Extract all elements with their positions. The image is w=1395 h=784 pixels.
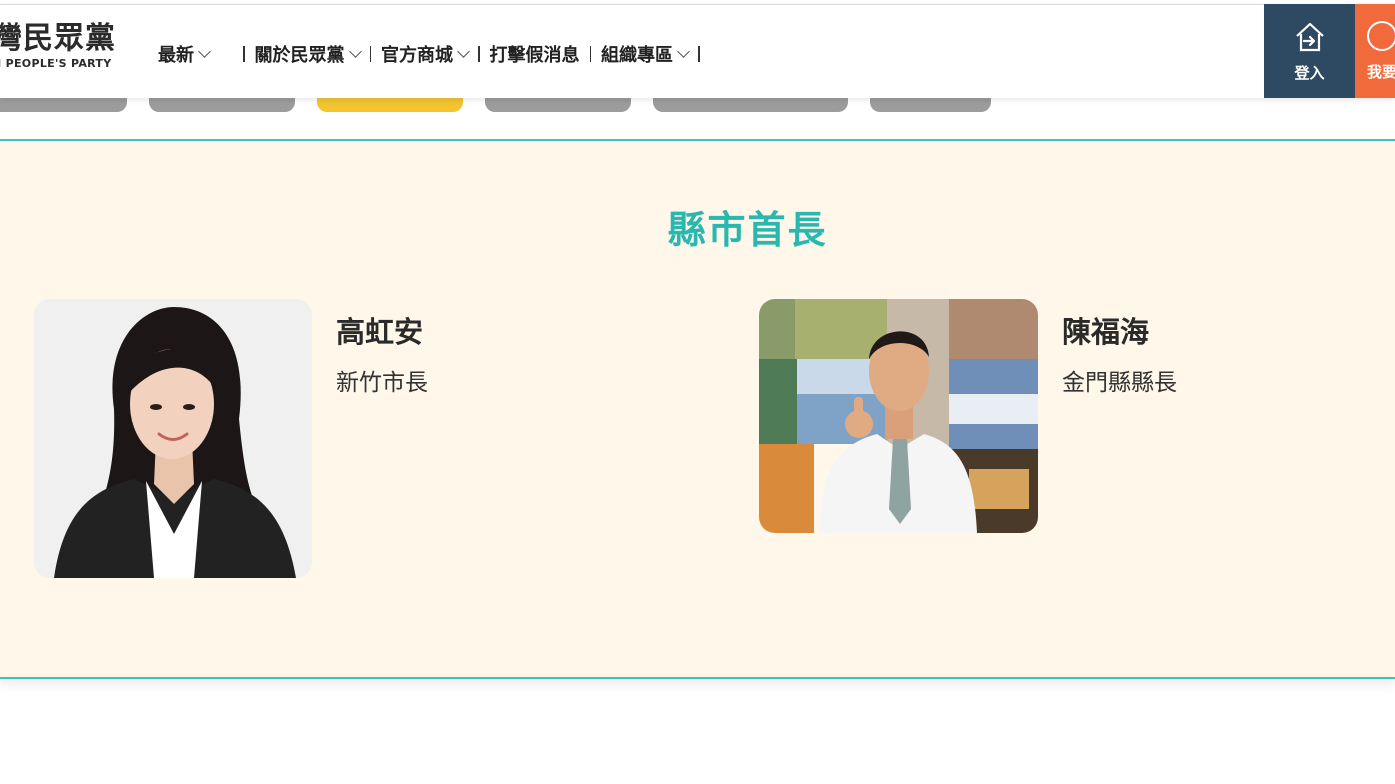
join-label: 我要 xyxy=(1367,62,1395,81)
nav-divider xyxy=(369,46,371,62)
leader-name: 高虹安 xyxy=(336,315,424,349)
leader-photo[interactable] xyxy=(759,299,1038,533)
county-leaders-section: 縣市首長 高虹安 新竹市長 陳福海 金門縣縣長 xyxy=(0,139,1395,679)
nav-divider xyxy=(243,46,245,62)
nav-item-label: 關於民眾黨 xyxy=(254,45,345,66)
leader-position: 金門縣縣長 xyxy=(1062,370,1177,396)
main-nav: 最新 關於民眾黨 官方商城 打擊假消息 組織專區 xyxy=(158,39,710,69)
nav-divider xyxy=(698,46,700,62)
login-button[interactable]: 登入 xyxy=(1264,4,1355,98)
nav-item-about[interactable]: 關於民眾黨 xyxy=(254,41,362,67)
leader-position: 新竹市長 xyxy=(336,370,428,396)
logo-english-text: N PEOPLE'S PARTY xyxy=(0,57,112,70)
leader-name: 陳福海 xyxy=(1062,315,1150,349)
nav-item-shop[interactable]: 官方商城 xyxy=(381,41,470,67)
leader-photo[interactable] xyxy=(34,299,312,578)
nav-item-label: 最新 xyxy=(158,45,194,66)
login-label: 登入 xyxy=(1294,63,1325,82)
section-title: 縣市首長 xyxy=(667,208,828,252)
page: 灣民眾黨 N PEOPLE'S PARTY 最新 關於民眾黨 官方商城 打擊假消… xyxy=(0,0,1395,784)
nav-item-label: 組織專區 xyxy=(601,45,673,66)
nav-item-fact-check[interactable]: 打擊假消息 xyxy=(490,41,580,67)
portrait-man-collage-image xyxy=(759,299,1038,533)
chevron-down-icon xyxy=(348,45,362,58)
logo-chinese-text: 灣民眾黨 xyxy=(0,21,116,56)
nav-divider xyxy=(589,46,591,62)
chevron-down-icon xyxy=(198,45,211,58)
nav-divider xyxy=(478,46,480,62)
chevron-down-icon xyxy=(457,45,470,58)
join-button[interactable]: 我要 xyxy=(1355,4,1395,98)
site-header: 灣民眾黨 N PEOPLE'S PARTY 最新 關於民眾黨 官方商城 打擊假消… xyxy=(0,4,1395,98)
chevron-down-icon xyxy=(677,45,690,58)
login-house-icon xyxy=(1295,22,1324,51)
nav-item-label: 官方商城 xyxy=(381,45,453,66)
portrait-woman-image xyxy=(34,299,312,578)
nav-item-label: 打擊假消息 xyxy=(489,45,580,66)
nav-item-organization[interactable]: 組織專區 xyxy=(601,41,690,67)
join-icon xyxy=(1367,20,1395,51)
site-logo[interactable]: 灣民眾黨 N PEOPLE'S PARTY xyxy=(0,21,117,71)
nav-item-latest[interactable]: 最新 xyxy=(158,41,211,67)
